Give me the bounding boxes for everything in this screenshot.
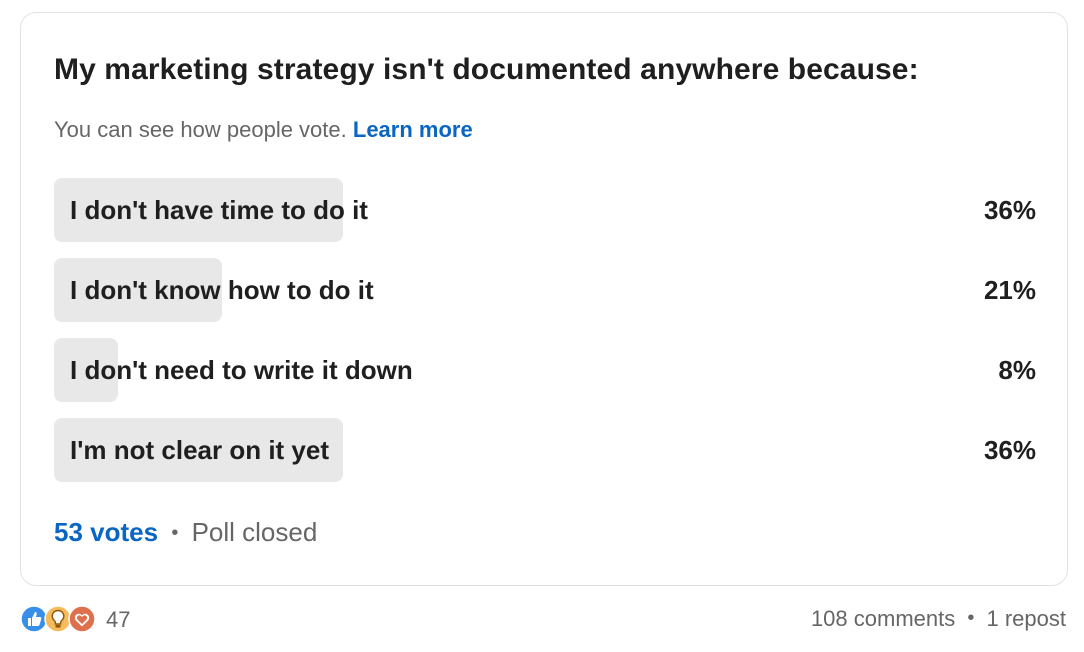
reaction-count: 47 <box>106 607 131 632</box>
poll-option-3[interactable]: I don't need to write it down 8% <box>54 338 1036 402</box>
poll-option-1-percent: 36% <box>983 195 1036 225</box>
poll-option-2-label: I don't know how to do it <box>70 275 374 305</box>
poll-option-2-percent: 21% <box>983 275 1036 305</box>
poll-option-4-label: I'm not clear on it yet <box>70 435 330 465</box>
engagement-stats: 108 comments • 1 repost <box>811 606 1066 632</box>
love-icon <box>68 605 96 633</box>
poll-option-1[interactable]: I don't have time to do it 36% <box>54 178 1036 242</box>
poll-option-3-label: I don't need to write it down <box>70 355 413 385</box>
poll-visibility-note: You can see how people vote. Learn more <box>54 117 473 143</box>
comments-count-link[interactable]: 108 comments <box>811 606 955 631</box>
social-counts-bar: 47 108 comments • 1 repost <box>20 601 1068 637</box>
poll-option-4-percent: 36% <box>983 435 1036 465</box>
poll-option-3-percent: 8% <box>998 355 1036 385</box>
poll-status: Poll closed <box>191 517 318 547</box>
votes-link[interactable]: 53 votes <box>54 517 158 547</box>
footer-separator: • <box>171 522 179 544</box>
visibility-text: You can see how people vote. <box>54 117 347 142</box>
poll-option-2[interactable]: I don't know how to do it 21% <box>54 258 1036 322</box>
learn-more-link[interactable]: Learn more <box>353 117 473 142</box>
poll-card: My marketing strategy isn't documented a… <box>20 12 1068 586</box>
poll-footer: 53 votes • Poll closed <box>54 517 317 548</box>
poll-question: My marketing strategy isn't documented a… <box>54 53 919 86</box>
poll-option-4[interactable]: I'm not clear on it yet 36% <box>54 418 1036 482</box>
reposts-count-link[interactable]: 1 repost <box>987 606 1067 631</box>
poll-option-1-label: I don't have time to do it <box>70 195 368 225</box>
stats-separator: • <box>967 607 975 629</box>
